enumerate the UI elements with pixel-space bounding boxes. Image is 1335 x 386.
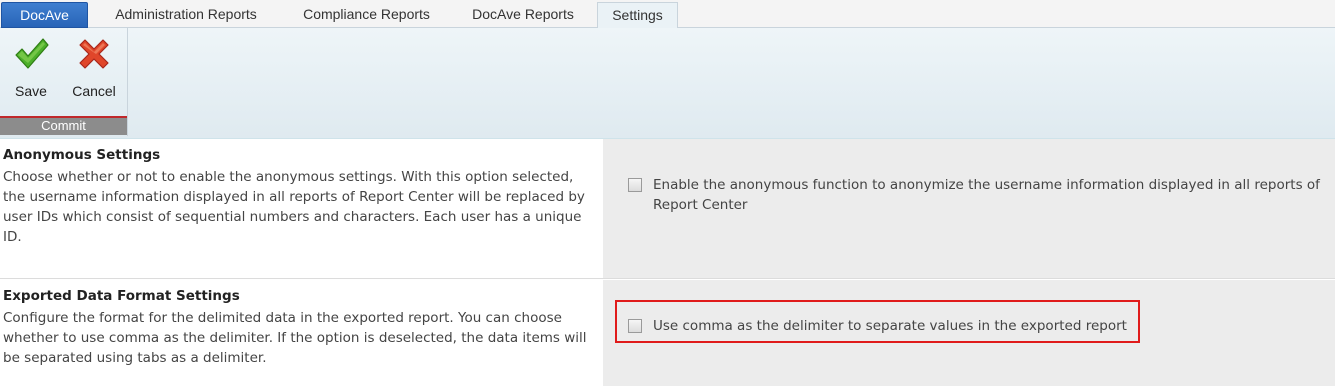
export-format-title: Exported Data Format Settings [3,288,240,304]
export-format-description: Configure the format for the delimited d… [3,310,587,366]
anonymous-settings-section: Anonymous Settings Choose whether or not… [0,139,1335,279]
close-x-icon [79,39,109,69]
cancel-label: Cancel [72,83,116,99]
tab-docave-brand[interactable]: DocAve [1,2,88,28]
anonymous-settings-title: Anonymous Settings [3,147,161,163]
export-format-panel: Use comma as the delimiter to separate v… [603,280,1335,386]
commit-group-label: Commit [0,116,127,135]
export-format-section: Exported Data Format Settings Configure … [0,280,1335,386]
anonymous-settings-panel: Enable the anonymous function to anonymi… [603,139,1335,278]
tab-administration-reports[interactable]: Administration Reports [93,2,279,28]
tab-docave-reports[interactable]: DocAve Reports [455,2,591,28]
tab-settings[interactable]: Settings [597,2,678,29]
anonymous-settings-info: Anonymous Settings Choose whether or not… [0,139,603,278]
checkmark-icon [15,38,49,69]
commit-group: Save Cancel Commit [0,28,128,136]
comma-delimiter-label: Use comma as the delimiter to separate v… [653,318,1127,334]
anonymous-checkbox[interactable] [628,178,642,192]
export-format-info: Exported Data Format Settings Configure … [0,280,603,386]
anonymous-option-label: Enable the anonymous function to anonymi… [653,177,1320,213]
save-label: Save [15,83,47,99]
top-tab-bar: DocAve Administration Reports Compliance… [0,0,1335,29]
cancel-button[interactable]: Cancel [66,36,122,102]
anonymous-option[interactable]: Enable the anonymous function to anonymi… [628,175,1328,215]
save-button[interactable]: Save [3,36,59,102]
tab-compliance-reports[interactable]: Compliance Reports [283,2,450,28]
comma-delimiter-checkbox[interactable] [628,319,642,333]
comma-delimiter-option[interactable]: Use comma as the delimiter to separate v… [628,316,1127,336]
ribbon-toolbar: Save Cancel Commit [0,28,1335,139]
anonymous-settings-description: Choose whether or not to enable the anon… [3,169,585,245]
